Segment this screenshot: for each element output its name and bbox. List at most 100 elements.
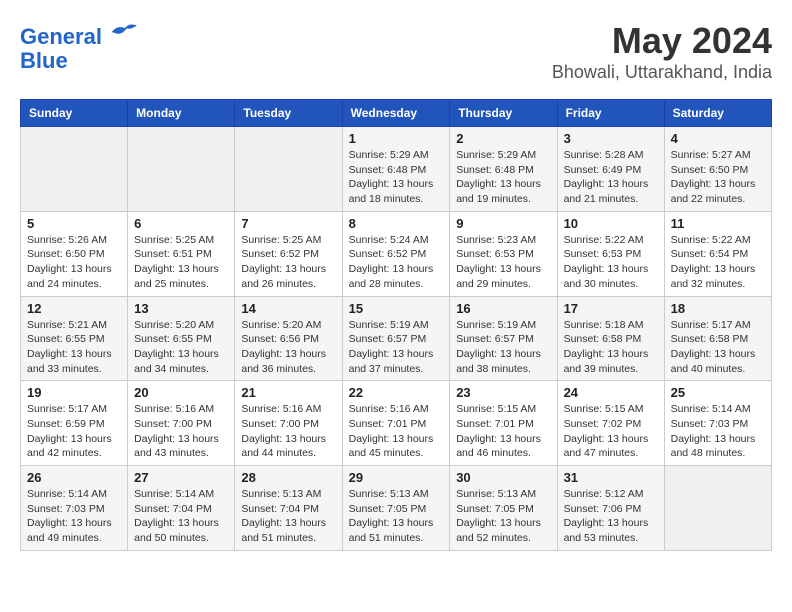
- day-info: Sunrise: 5:17 AM Sunset: 6:59 PM Dayligh…: [27, 402, 121, 461]
- day-number: 6: [134, 216, 228, 231]
- day-info: Sunrise: 5:18 AM Sunset: 6:58 PM Dayligh…: [564, 318, 658, 377]
- day-info: Sunrise: 5:25 AM Sunset: 6:51 PM Dayligh…: [134, 233, 228, 292]
- day-number: 14: [241, 301, 335, 316]
- day-cell: 21 Sunrise: 5:16 AM Sunset: 7:00 PM Dayli…: [235, 381, 342, 466]
- col-header-monday: Monday: [128, 100, 235, 127]
- day-number: 1: [349, 131, 444, 146]
- col-header-tuesday: Tuesday: [235, 100, 342, 127]
- day-cell: 11 Sunrise: 5:22 AM Sunset: 6:54 PM Dayli…: [664, 211, 771, 296]
- day-info: Sunrise: 5:14 AM Sunset: 7:03 PM Dayligh…: [27, 487, 121, 546]
- day-number: 23: [456, 385, 550, 400]
- day-cell: 22 Sunrise: 5:16 AM Sunset: 7:01 PM Dayli…: [342, 381, 450, 466]
- day-number: 19: [27, 385, 121, 400]
- day-number: 29: [349, 470, 444, 485]
- day-number: 13: [134, 301, 228, 316]
- day-info: Sunrise: 5:17 AM Sunset: 6:58 PM Dayligh…: [671, 318, 765, 377]
- calendar-header-row: SundayMondayTuesdayWednesdayThursdayFrid…: [21, 100, 772, 127]
- day-cell: 25Sunrise: 5:14 AM Sunset: 7:03 PM Dayli…: [664, 381, 771, 466]
- day-cell: 14 Sunrise: 5:20 AM Sunset: 6:56 PM Dayli…: [235, 296, 342, 381]
- logo-blue: Blue: [20, 48, 68, 73]
- day-number: 7: [241, 216, 335, 231]
- day-cell: 27 Sunrise: 5:14 AM Sunset: 7:04 PM Dayli…: [128, 466, 235, 551]
- day-info: Sunrise: 5:19 AM Sunset: 6:57 PM Dayligh…: [456, 318, 550, 377]
- day-cell: 9 Sunrise: 5:23 AM Sunset: 6:53 PM Daylig…: [450, 211, 557, 296]
- day-cell: 4Sunrise: 5:27 AM Sunset: 6:50 PM Daylig…: [664, 127, 771, 212]
- day-number: 30: [456, 470, 550, 485]
- day-cell: 16 Sunrise: 5:19 AM Sunset: 6:57 PM Dayli…: [450, 296, 557, 381]
- day-info: Sunrise: 5:14 AM Sunset: 7:03 PM Dayligh…: [671, 402, 765, 461]
- calendar-title: May 2024: [552, 20, 772, 62]
- day-cell: 30 Sunrise: 5:13 AM Sunset: 7:05 PM Dayli…: [450, 466, 557, 551]
- week-row-3: 12 Sunrise: 5:21 AM Sunset: 6:55 PM Dayli…: [21, 296, 772, 381]
- logo: General Blue: [20, 20, 140, 73]
- day-info: Sunrise: 5:14 AM Sunset: 7:04 PM Dayligh…: [134, 487, 228, 546]
- day-cell: 15 Sunrise: 5:19 AM Sunset: 6:57 PM Dayli…: [342, 296, 450, 381]
- day-info: Sunrise: 5:28 AM Sunset: 6:49 PM Dayligh…: [564, 148, 658, 207]
- day-number: 27: [134, 470, 228, 485]
- day-number: 26: [27, 470, 121, 485]
- day-cell: 12 Sunrise: 5:21 AM Sunset: 6:55 PM Dayli…: [21, 296, 128, 381]
- day-cell: 13 Sunrise: 5:20 AM Sunset: 6:55 PM Dayli…: [128, 296, 235, 381]
- day-cell: 6 Sunrise: 5:25 AM Sunset: 6:51 PM Daylig…: [128, 211, 235, 296]
- day-info: Sunrise: 5:23 AM Sunset: 6:53 PM Dayligh…: [456, 233, 550, 292]
- day-number: 3: [564, 131, 658, 146]
- day-cell: 20 Sunrise: 5:16 AM Sunset: 7:00 PM Dayli…: [128, 381, 235, 466]
- day-info: Sunrise: 5:16 AM Sunset: 7:00 PM Dayligh…: [241, 402, 335, 461]
- day-info: Sunrise: 5:22 AM Sunset: 6:53 PM Dayligh…: [564, 233, 658, 292]
- day-cell: 3 Sunrise: 5:28 AM Sunset: 6:49 PM Daylig…: [557, 127, 664, 212]
- day-info: Sunrise: 5:16 AM Sunset: 7:00 PM Dayligh…: [134, 402, 228, 461]
- day-number: 9: [456, 216, 550, 231]
- day-number: 22: [349, 385, 444, 400]
- day-cell: [128, 127, 235, 212]
- day-cell: 28Sunrise: 5:13 AM Sunset: 7:04 PM Dayli…: [235, 466, 342, 551]
- day-number: 21: [241, 385, 335, 400]
- day-info: Sunrise: 5:27 AM Sunset: 6:50 PM Dayligh…: [671, 148, 765, 207]
- day-cell: 2 Sunrise: 5:29 AM Sunset: 6:48 PM Daylig…: [450, 127, 557, 212]
- col-header-saturday: Saturday: [664, 100, 771, 127]
- day-info: Sunrise: 5:13 AM Sunset: 7:05 PM Dayligh…: [456, 487, 550, 546]
- day-info: Sunrise: 5:22 AM Sunset: 6:54 PM Dayligh…: [671, 233, 765, 292]
- week-row-1: 1 Sunrise: 5:29 AM Sunset: 6:48 PM Daylig…: [21, 127, 772, 212]
- day-info: Sunrise: 5:20 AM Sunset: 6:55 PM Dayligh…: [134, 318, 228, 377]
- day-info: Sunrise: 5:16 AM Sunset: 7:01 PM Dayligh…: [349, 402, 444, 461]
- day-number: 2: [456, 131, 550, 146]
- day-cell: 24 Sunrise: 5:15 AM Sunset: 7:02 PM Dayli…: [557, 381, 664, 466]
- day-info: Sunrise: 5:24 AM Sunset: 6:52 PM Dayligh…: [349, 233, 444, 292]
- title-block: May 2024 Bhowali, Uttarakhand, India: [552, 20, 772, 83]
- day-number: 18: [671, 301, 765, 316]
- day-number: 24: [564, 385, 658, 400]
- day-cell: 26 Sunrise: 5:14 AM Sunset: 7:03 PM Dayli…: [21, 466, 128, 551]
- day-cell: 17Sunrise: 5:18 AM Sunset: 6:58 PM Dayli…: [557, 296, 664, 381]
- day-cell: 5Sunrise: 5:26 AM Sunset: 6:50 PM Daylig…: [21, 211, 128, 296]
- col-header-thursday: Thursday: [450, 100, 557, 127]
- day-info: Sunrise: 5:26 AM Sunset: 6:50 PM Dayligh…: [27, 233, 121, 292]
- day-info: Sunrise: 5:15 AM Sunset: 7:02 PM Dayligh…: [564, 402, 658, 461]
- calendar-subtitle: Bhowali, Uttarakhand, India: [552, 62, 772, 83]
- day-info: Sunrise: 5:20 AM Sunset: 6:56 PM Dayligh…: [241, 318, 335, 377]
- week-row-4: 19 Sunrise: 5:17 AM Sunset: 6:59 PM Dayli…: [21, 381, 772, 466]
- day-info: Sunrise: 5:21 AM Sunset: 6:55 PM Dayligh…: [27, 318, 121, 377]
- day-number: 11: [671, 216, 765, 231]
- col-header-wednesday: Wednesday: [342, 100, 450, 127]
- day-cell: 7Sunrise: 5:25 AM Sunset: 6:52 PM Daylig…: [235, 211, 342, 296]
- day-info: Sunrise: 5:19 AM Sunset: 6:57 PM Dayligh…: [349, 318, 444, 377]
- day-cell: [664, 466, 771, 551]
- day-info: Sunrise: 5:13 AM Sunset: 7:05 PM Dayligh…: [349, 487, 444, 546]
- week-row-5: 26 Sunrise: 5:14 AM Sunset: 7:03 PM Dayli…: [21, 466, 772, 551]
- day-number: 10: [564, 216, 658, 231]
- col-header-friday: Friday: [557, 100, 664, 127]
- day-info: Sunrise: 5:12 AM Sunset: 7:06 PM Dayligh…: [564, 487, 658, 546]
- day-cell: [235, 127, 342, 212]
- day-cell: 19 Sunrise: 5:17 AM Sunset: 6:59 PM Dayli…: [21, 381, 128, 466]
- day-cell: 10 Sunrise: 5:22 AM Sunset: 6:53 PM Dayli…: [557, 211, 664, 296]
- col-header-sunday: Sunday: [21, 100, 128, 127]
- calendar-table: SundayMondayTuesdayWednesdayThursdayFrid…: [20, 99, 772, 551]
- day-number: 16: [456, 301, 550, 316]
- day-cell: [21, 127, 128, 212]
- day-number: 12: [27, 301, 121, 316]
- day-info: Sunrise: 5:29 AM Sunset: 6:48 PM Dayligh…: [456, 148, 550, 207]
- day-cell: 1Sunrise: 5:29 AM Sunset: 6:48 PM Daylig…: [342, 127, 450, 212]
- day-cell: 8Sunrise: 5:24 AM Sunset: 6:52 PM Daylig…: [342, 211, 450, 296]
- day-number: 15: [349, 301, 444, 316]
- day-number: 20: [134, 385, 228, 400]
